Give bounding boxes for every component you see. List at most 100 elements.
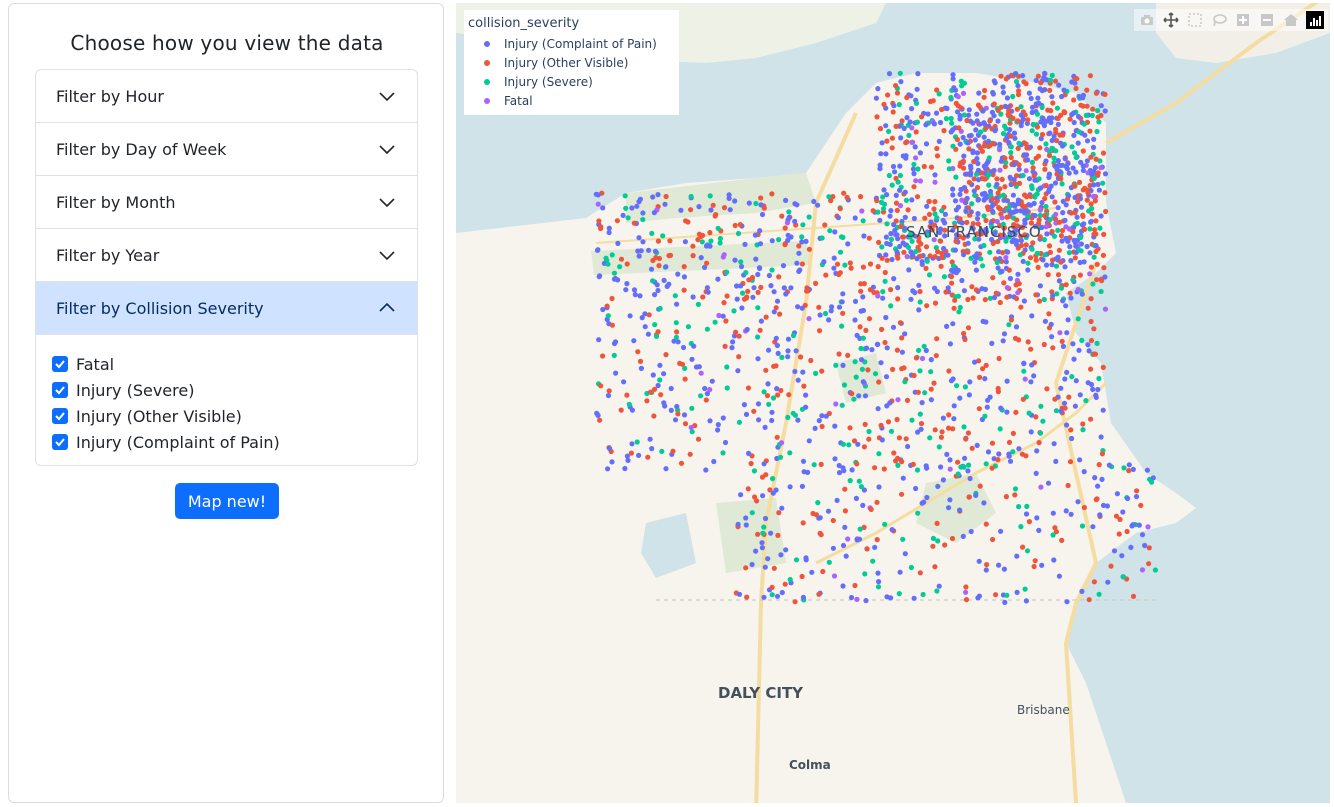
collision-point[interactable] <box>1116 531 1122 537</box>
collision-point[interactable] <box>707 243 713 249</box>
collision-point[interactable] <box>815 202 821 208</box>
collision-point[interactable] <box>1004 409 1010 415</box>
collision-point[interactable] <box>655 287 661 294</box>
collision-point[interactable] <box>1032 177 1038 183</box>
collision-point[interactable] <box>1084 87 1090 93</box>
collision-point[interactable] <box>741 402 747 408</box>
collision-point[interactable] <box>932 564 938 570</box>
collision-point[interactable] <box>972 359 978 365</box>
collision-point[interactable] <box>762 515 769 522</box>
collision-point[interactable] <box>645 454 651 460</box>
collision-point[interactable] <box>1036 527 1042 534</box>
collision-point[interactable] <box>1077 259 1083 266</box>
collision-point[interactable] <box>812 425 818 431</box>
collision-point[interactable] <box>867 261 874 267</box>
collision-point[interactable] <box>779 589 785 596</box>
collision-point[interactable] <box>1045 480 1052 486</box>
collision-point[interactable] <box>913 155 919 161</box>
collision-point[interactable] <box>743 270 749 276</box>
collision-point[interactable] <box>774 593 781 599</box>
collision-point[interactable] <box>904 115 910 121</box>
collision-point[interactable] <box>1093 248 1099 255</box>
collision-point[interactable] <box>883 151 889 157</box>
collision-point[interactable] <box>786 209 792 215</box>
collision-point[interactable] <box>903 197 909 203</box>
collision-point[interactable] <box>1094 261 1100 267</box>
collision-point[interactable] <box>1096 119 1102 125</box>
collision-point[interactable] <box>1058 385 1064 391</box>
collision-point[interactable] <box>1029 128 1035 134</box>
collision-point[interactable] <box>621 379 627 385</box>
collision-point[interactable] <box>852 215 858 221</box>
collision-point[interactable] <box>818 461 824 467</box>
collision-point[interactable] <box>736 354 742 360</box>
collision-point[interactable] <box>1065 482 1071 489</box>
collision-point[interactable] <box>800 369 806 375</box>
collision-point[interactable] <box>1007 458 1014 464</box>
collision-point[interactable] <box>1071 132 1077 138</box>
collision-point[interactable] <box>795 304 801 310</box>
collision-point[interactable] <box>715 427 721 433</box>
collision-point[interactable] <box>966 462 972 468</box>
collision-point[interactable] <box>977 374 983 380</box>
collision-point[interactable] <box>975 211 981 217</box>
collision-point[interactable] <box>1016 504 1022 510</box>
collision-point[interactable] <box>656 255 662 262</box>
collision-point[interactable] <box>646 312 652 318</box>
collision-point[interactable] <box>904 254 910 260</box>
collision-point[interactable] <box>854 596 860 603</box>
collision-point[interactable] <box>1066 193 1072 199</box>
collision-point[interactable] <box>1046 243 1053 249</box>
collision-point[interactable] <box>849 391 855 397</box>
collision-point[interactable] <box>1017 252 1024 258</box>
collision-point[interactable] <box>783 547 789 553</box>
collision-point[interactable] <box>870 208 876 214</box>
collision-point[interactable] <box>632 292 638 298</box>
collision-point[interactable] <box>953 270 960 276</box>
collision-point[interactable] <box>1027 255 1034 261</box>
collision-point[interactable] <box>1047 77 1054 83</box>
collision-point[interactable] <box>1056 219 1062 225</box>
collision-point[interactable] <box>909 125 915 131</box>
collision-point[interactable] <box>681 274 687 280</box>
collision-point[interactable] <box>984 404 990 410</box>
collision-point[interactable] <box>923 122 929 128</box>
collision-point[interactable] <box>639 315 645 321</box>
collision-point[interactable] <box>976 558 982 564</box>
collision-point[interactable] <box>963 597 970 603</box>
collision-point[interactable] <box>739 305 745 311</box>
collision-point[interactable] <box>995 118 1001 124</box>
collision-point[interactable] <box>761 461 767 467</box>
collision-point[interactable] <box>623 205 629 211</box>
collision-point[interactable] <box>618 256 625 262</box>
collision-point[interactable] <box>965 468 971 474</box>
collision-point[interactable] <box>769 238 775 244</box>
collision-point[interactable] <box>773 363 779 369</box>
collision-point[interactable] <box>769 409 775 415</box>
collision-point[interactable] <box>816 304 822 310</box>
collision-point[interactable] <box>913 129 919 135</box>
collision-point[interactable] <box>796 250 802 256</box>
collision-point[interactable] <box>731 308 737 314</box>
collision-point[interactable] <box>1062 217 1068 223</box>
collision-point[interactable] <box>928 164 935 170</box>
collision-point[interactable] <box>769 191 775 197</box>
collision-point[interactable] <box>1080 427 1086 433</box>
collision-point[interactable] <box>971 176 977 182</box>
collision-point[interactable] <box>884 257 890 263</box>
collision-point[interactable] <box>872 465 878 471</box>
collision-point[interactable] <box>826 559 832 565</box>
collision-point[interactable] <box>1021 298 1027 304</box>
collision-point[interactable] <box>926 272 933 278</box>
collision-point[interactable] <box>775 532 781 539</box>
collision-point[interactable] <box>1125 495 1131 502</box>
collision-point[interactable] <box>622 193 628 199</box>
collision-point[interactable] <box>1000 192 1007 198</box>
collision-point[interactable] <box>996 355 1002 362</box>
collision-point[interactable] <box>887 213 893 219</box>
collision-point[interactable] <box>678 460 685 466</box>
collision-point[interactable] <box>1004 294 1010 300</box>
collision-point[interactable] <box>1073 378 1079 384</box>
collision-point[interactable] <box>940 415 946 421</box>
collision-point[interactable] <box>682 376 688 382</box>
